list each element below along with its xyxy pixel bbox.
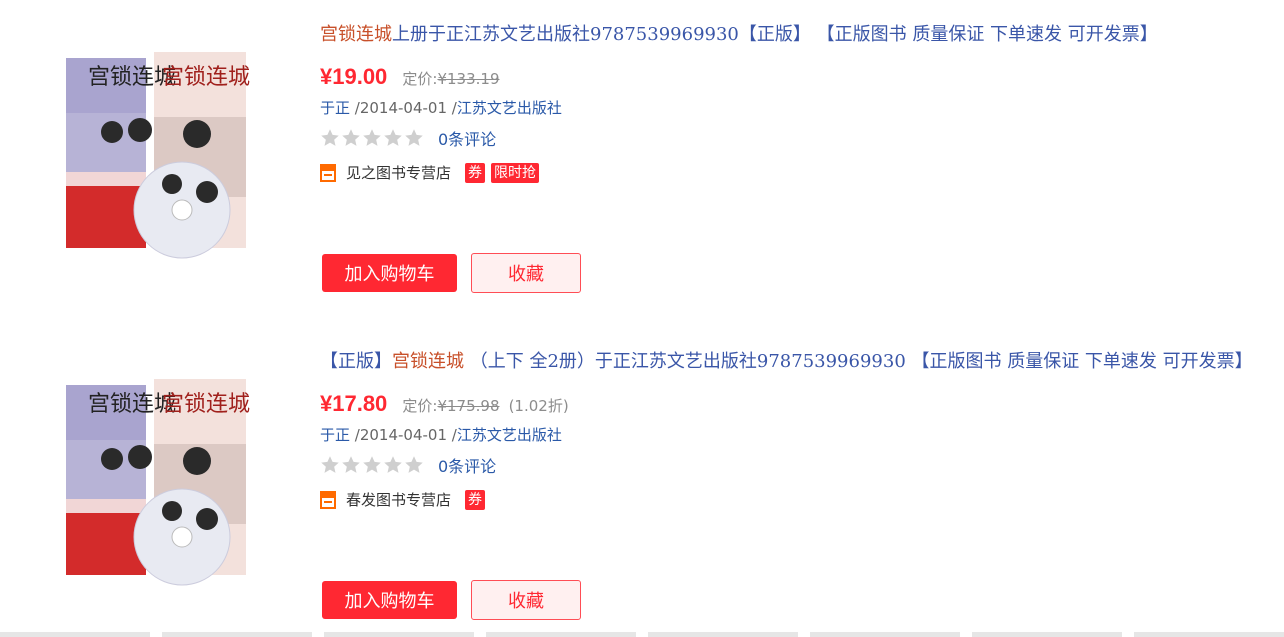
- author-link[interactable]: 于正: [320, 426, 350, 444]
- original-price-label: 定价:: [402, 70, 438, 88]
- book-meta: 于正 /2014-04-01 /江苏文艺出版社: [320, 97, 562, 118]
- star-icon: [342, 456, 360, 473]
- product-title[interactable]: 宫锁连城上册于正江苏文艺出版社9787539969930【正版】 【正版图书 质…: [320, 20, 1158, 46]
- current-price: ¥17.80: [320, 391, 388, 416]
- star-rating: [320, 455, 424, 475]
- book-meta: 于正 /2014-04-01 /江苏文艺出版社: [320, 424, 562, 445]
- cover-title-right: 宫锁连城: [162, 392, 250, 417]
- publish-date: /2014-04-01 /: [350, 99, 457, 117]
- shop-icon: [320, 490, 336, 509]
- cover-title-right: 宫锁连城: [162, 65, 250, 90]
- favorite-button[interactable]: 收藏: [471, 253, 581, 293]
- product-title[interactable]: 【正版】宫锁连城 （上下 全2册）于正江苏文艺出版社9787539969930 …: [320, 347, 1253, 373]
- price-row: ¥19.00 定价:¥133.19: [320, 64, 503, 90]
- review-count-link[interactable]: 0条评论: [438, 453, 496, 477]
- book-cover-image[interactable]: 宫锁连城 宫锁连城: [62, 349, 252, 611]
- shop-icon: [320, 163, 336, 182]
- flash-sale-tag[interactable]: 限时抢: [491, 162, 540, 183]
- favorite-button[interactable]: 收藏: [471, 580, 581, 620]
- price-row: ¥17.80 定价:¥175.98 (1.02折): [320, 391, 569, 417]
- coupon-tag[interactable]: 券: [465, 489, 486, 510]
- original-price: ¥133.19: [437, 70, 500, 88]
- star-icon: [321, 129, 339, 146]
- title-prefix: 【正版】: [320, 351, 392, 372]
- star-icon: [405, 456, 423, 473]
- star-icon: [384, 456, 402, 473]
- publish-date: /2014-04-01 /: [350, 426, 457, 444]
- review-count-link[interactable]: 0条评论: [438, 126, 496, 150]
- shop-name-link[interactable]: 春发图书专营店: [346, 489, 451, 510]
- shop-name-link[interactable]: 见之图书专营店: [346, 162, 451, 183]
- star-icon: [342, 129, 360, 146]
- publisher-link[interactable]: 江苏文艺出版社: [457, 99, 562, 117]
- discount: (1.02折): [508, 397, 569, 415]
- star-icon: [405, 129, 423, 146]
- product-item-2: 宫锁连城 宫锁连城 【正版】宫锁连城 （上下 全2册）于正江苏文艺出版社9787…: [0, 327, 1284, 637]
- star-icon: [363, 456, 381, 473]
- star-rating: [320, 128, 424, 148]
- title-highlight: 宫锁连城: [392, 351, 464, 372]
- add-to-cart-button[interactable]: 加入购物车: [322, 254, 457, 292]
- star-icon: [363, 129, 381, 146]
- next-item-edge: [0, 632, 1284, 637]
- original-price: ¥175.98: [437, 397, 500, 415]
- author-link[interactable]: 于正: [320, 99, 350, 117]
- book-cover-image[interactable]: 宫锁连城 宫锁连城: [62, 22, 252, 284]
- current-price: ¥19.00: [320, 64, 388, 89]
- title-highlight: 宫锁连城: [320, 24, 392, 45]
- shop-row: 见之图书专营店 券 限时抢: [320, 162, 540, 183]
- title-rest: （上下 全2册）于正江苏文艺出版社9787539969930 【正版图书 质量保…: [464, 351, 1253, 372]
- add-to-cart-button[interactable]: 加入购物车: [322, 581, 457, 619]
- product-item-1: 宫锁连城 宫锁连城 宫锁连城上册于正江苏文艺出版社9787539969930【正…: [0, 0, 1284, 310]
- rating-row: 0条评论: [320, 453, 496, 477]
- original-price-label: 定价:: [402, 397, 438, 415]
- star-icon: [321, 456, 339, 473]
- rating-row: 0条评论: [320, 126, 496, 150]
- title-rest: 上册于正江苏文艺出版社9787539969930【正版】 【正版图书 质量保证 …: [392, 24, 1158, 45]
- shop-row: 春发图书专营店 券: [320, 489, 486, 510]
- star-icon: [384, 129, 402, 146]
- coupon-tag[interactable]: 券: [465, 162, 486, 183]
- publisher-link[interactable]: 江苏文艺出版社: [457, 426, 562, 444]
